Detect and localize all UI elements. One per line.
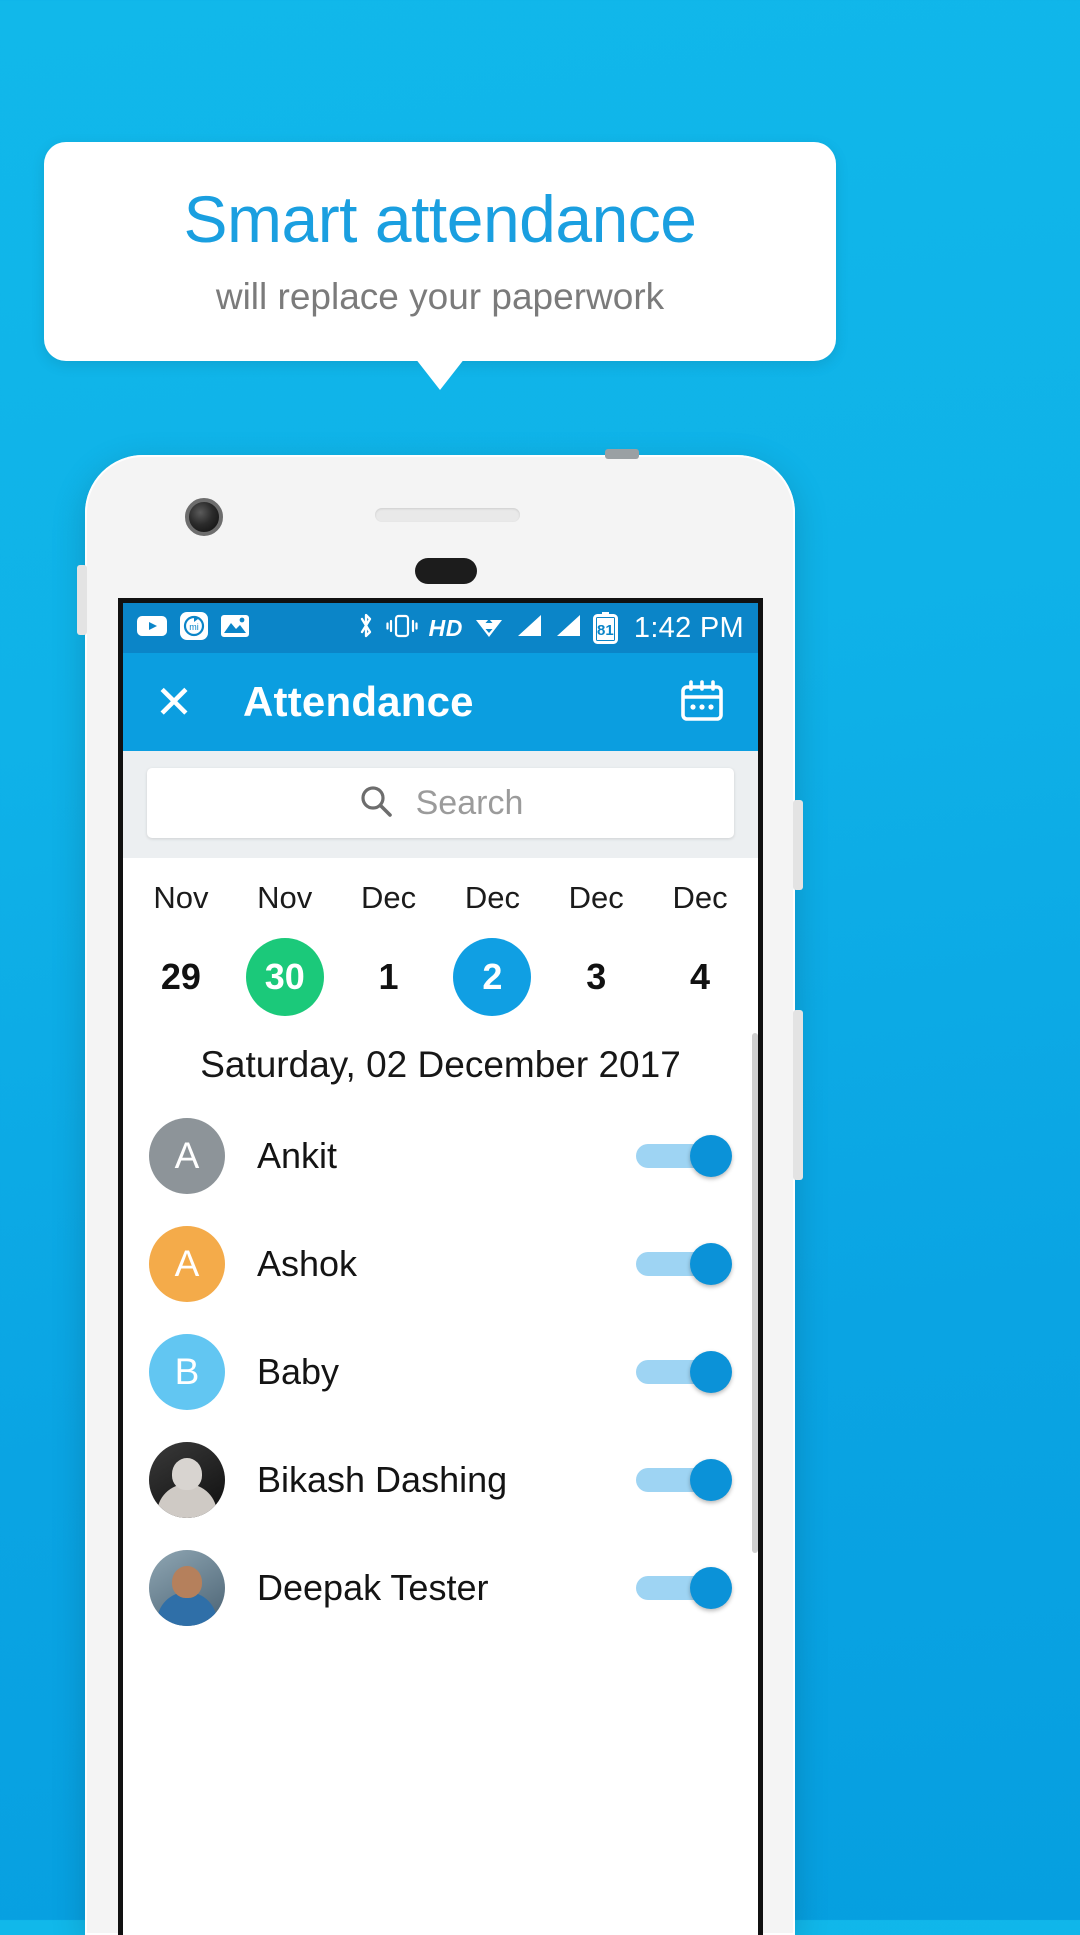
phone-mockup: mi HD 81 1:42 PM ✕ Attendance Search Nov… [77, 449, 803, 1935]
proximity-sensor [415, 558, 477, 584]
toggle-knob [690, 1135, 732, 1177]
avatar-face [172, 1458, 202, 1490]
toggle-knob [690, 1567, 732, 1609]
date-cell[interactable]: Dec 2 [440, 880, 544, 1016]
date-month-label: Dec [568, 880, 624, 915]
date-number-label: 3 [586, 956, 607, 997]
calendar-icon[interactable] [674, 674, 730, 730]
toggle-knob [690, 1351, 732, 1393]
callout-title: Smart attendance [183, 181, 697, 256]
battery-icon: 81 [592, 612, 618, 644]
attendance-toggle[interactable] [636, 1243, 732, 1285]
svg-text:mi: mi [189, 622, 199, 632]
list-item[interactable]: B Baby [123, 1318, 758, 1426]
attendance-list: A Ankit A Ashok B Baby Bikash Dashing Deepak Te… [123, 1102, 758, 1642]
callout-card: Smart attendance will replace your paper… [44, 142, 836, 361]
avatar-face [172, 1566, 202, 1598]
date-cell[interactable]: Dec 4 [648, 880, 752, 1016]
list-item[interactable]: Deepak Tester [123, 1534, 758, 1642]
battery-level-text: 81 [597, 621, 614, 639]
date-cell[interactable]: Dec 1 [337, 880, 441, 1016]
date-number-badge[interactable]: 4 [661, 938, 739, 1016]
date-cell[interactable]: Dec 3 [544, 880, 648, 1016]
signal-bars-2-icon [554, 613, 582, 644]
phone-power-button [793, 800, 803, 890]
bluetooth-icon [357, 611, 375, 646]
date-month-label: Dec [361, 880, 417, 915]
attendance-toggle[interactable] [636, 1351, 732, 1393]
date-month-label: Nov [257, 880, 313, 915]
avatar: B [149, 1334, 225, 1410]
date-number-badge[interactable]: 1 [350, 938, 428, 1016]
list-item[interactable]: Bikash Dashing [123, 1426, 758, 1534]
signal-bars-1-icon [515, 613, 543, 644]
selected-date-label: Saturday, 02 December 2017 [123, 1022, 758, 1102]
avatar: A [149, 1226, 225, 1302]
earpiece-speaker [375, 508, 520, 522]
app-bar: ✕ Attendance [123, 653, 758, 751]
date-number-label: 30 [264, 956, 305, 997]
callout-subtitle: will replace your paperwork [215, 276, 665, 318]
status-bar-notifications: mi [137, 611, 249, 646]
attendance-toggle[interactable] [636, 1459, 732, 1501]
search-input[interactable]: Search [147, 768, 734, 838]
youtube-play-icon [137, 614, 167, 643]
close-icon[interactable]: ✕ [151, 679, 197, 725]
gallery-image-icon [221, 614, 249, 643]
person-name: Deepak Tester [257, 1567, 489, 1608]
toggle-knob [690, 1459, 732, 1501]
attendance-toggle[interactable] [636, 1135, 732, 1177]
phone-top-nub [605, 449, 639, 459]
avatar: A [149, 1118, 225, 1194]
date-number-badge[interactable]: 29 [142, 938, 220, 1016]
wifi-icon [474, 613, 504, 644]
page-title: Attendance [243, 678, 474, 725]
list-item[interactable]: A Ashok [123, 1210, 758, 1318]
date-cell[interactable]: Nov 29 [129, 880, 233, 1016]
attendance-toggle[interactable] [636, 1567, 732, 1609]
date-cell[interactable]: Nov 30 [233, 880, 337, 1016]
phone-volume-rocker [793, 1010, 803, 1180]
list-item[interactable]: A Ankit [123, 1102, 758, 1210]
date-number-label: 2 [482, 956, 503, 997]
avatar-photo [149, 1442, 225, 1518]
toggle-knob [690, 1243, 732, 1285]
person-name: Ashok [257, 1243, 358, 1284]
phone-volume-button [77, 565, 87, 635]
date-number-label: 29 [160, 956, 201, 997]
date-strip: Nov 29 Nov 30 Dec 1 Dec 2 Dec 3 Dec 4 [123, 858, 758, 1022]
phone-screen: mi HD 81 1:42 PM ✕ Attendance Search Nov… [118, 598, 763, 1935]
date-number-badge[interactable]: 3 [557, 938, 635, 1016]
date-month-label: Dec [464, 880, 520, 915]
avatar-photo [149, 1550, 225, 1626]
front-camera-icon [185, 498, 223, 536]
date-number-badge[interactable]: 30 [245, 938, 324, 1016]
date-number-label: 1 [378, 956, 399, 997]
hd-icon: HD [428, 614, 463, 641]
date-number-badge[interactable]: 2 [453, 938, 532, 1016]
status-bar-clock: 1:42 PM [633, 611, 744, 644]
vibrate-icon [386, 613, 418, 644]
person-name: Baby [257, 1351, 340, 1392]
person-name: Ankit [257, 1135, 338, 1176]
date-month-label: Nov [153, 880, 209, 915]
date-month-label: Dec [672, 880, 728, 915]
status-bar: mi HD 81 1:42 PM [123, 603, 758, 653]
search-placeholder: Search [415, 783, 524, 822]
mi-sync-icon: mi [179, 611, 209, 646]
person-name: Bikash Dashing [257, 1459, 508, 1500]
date-number-label: 4 [690, 956, 711, 997]
callout-tail [415, 358, 465, 390]
search-icon [358, 783, 394, 824]
search-area: Search [123, 751, 758, 858]
scrollbar[interactable] [752, 1033, 758, 1553]
status-bar-indicators: HD 81 1:42 PM [357, 611, 744, 646]
